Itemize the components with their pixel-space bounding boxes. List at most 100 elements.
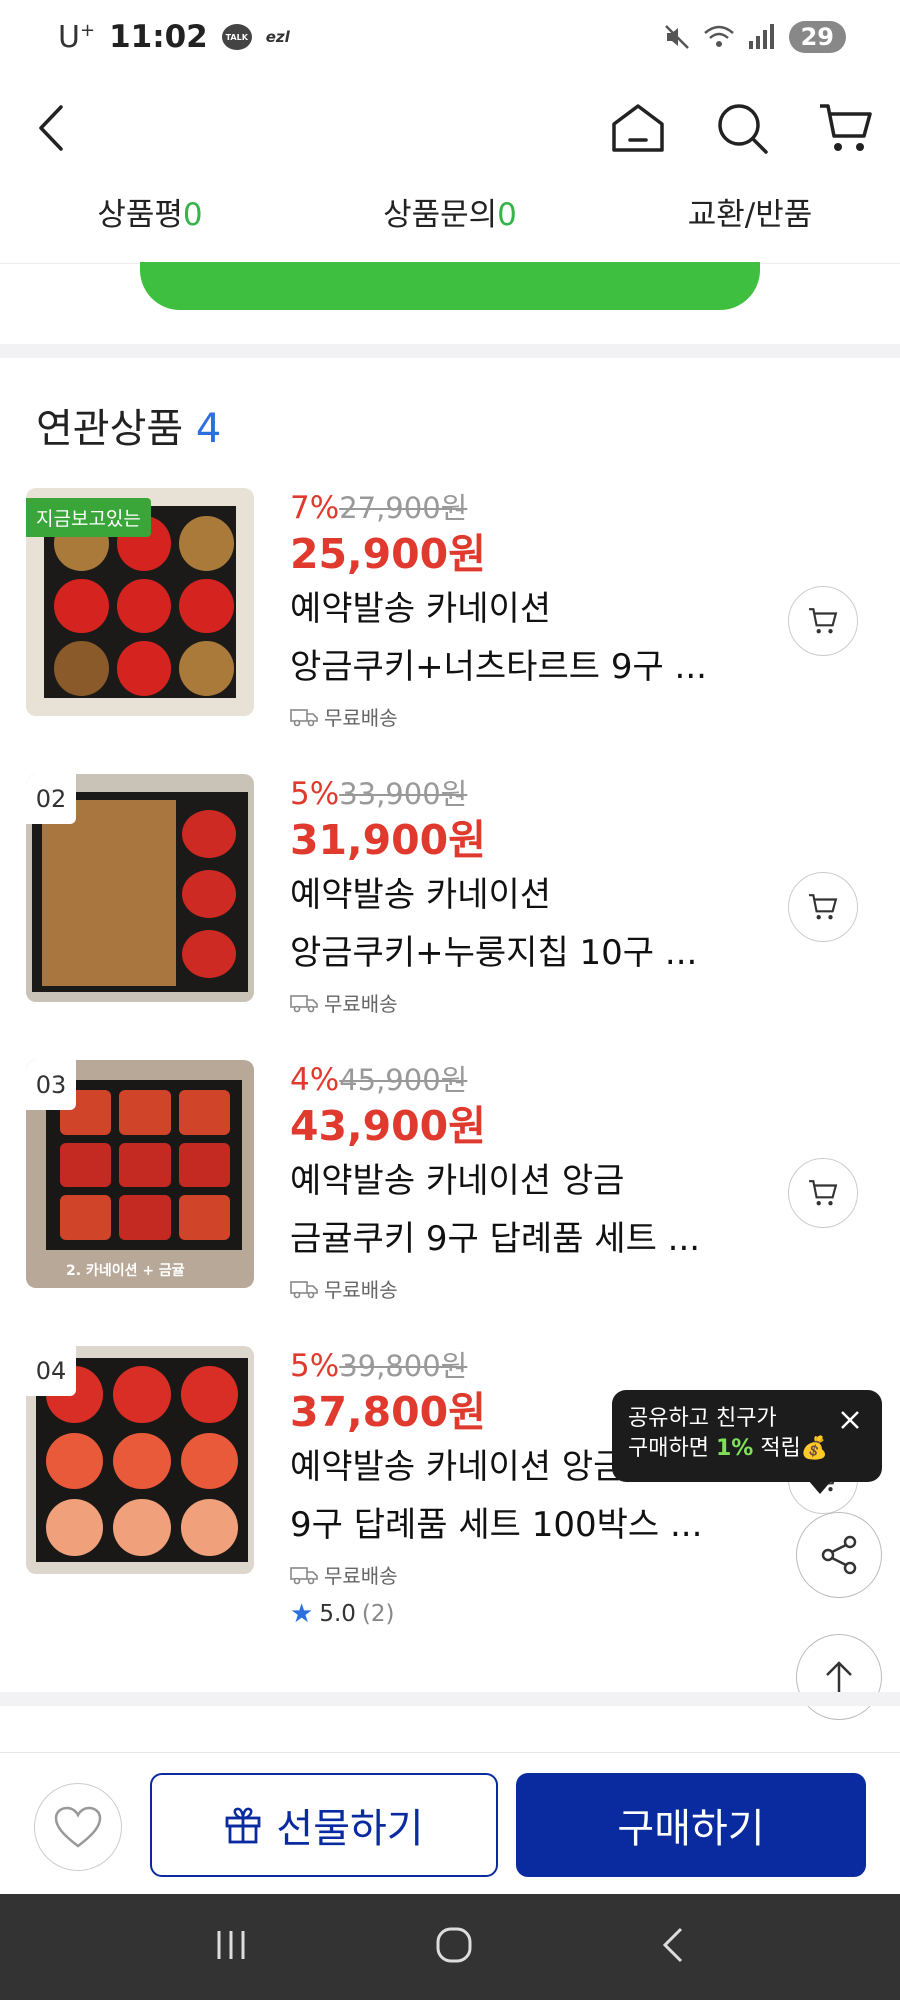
tab-exchange-return[interactable]: 교환/반품	[600, 184, 900, 263]
rank-badge: 03	[26, 1060, 76, 1110]
cart-button[interactable]	[814, 88, 878, 168]
shipping-info: 무료배송	[290, 1560, 790, 1589]
back-button[interactable]	[22, 88, 82, 168]
product-thumbnail[interactable]: 지금보고있는	[26, 488, 254, 716]
mute-icon	[664, 25, 689, 49]
money-bag-icon: 💰	[800, 1436, 829, 1461]
related-product-1[interactable]: 지금보고있는 7%27,900원 25,900원 예약발송 카네이션 앙금쿠키+…	[26, 488, 876, 748]
status-left: U+ 11:02 TALK ezl	[58, 19, 290, 55]
share-icon	[821, 1535, 857, 1575]
rating-score: 5.0	[319, 1601, 356, 1627]
share-button[interactable]	[796, 1512, 882, 1598]
recent-apps-icon	[217, 1931, 245, 1959]
section-divider	[0, 1692, 900, 1706]
wishlist-button[interactable]	[34, 1783, 122, 1871]
product-thumbnail[interactable]: 02	[26, 774, 254, 1002]
add-to-cart-button[interactable]	[788, 872, 858, 942]
original-price: 27,900원	[339, 491, 468, 525]
truck-icon	[290, 708, 318, 726]
details-more-button[interactable]	[140, 262, 760, 310]
product-name-line2: 9구 답례품 세트 100박스 ...	[290, 1505, 703, 1545]
cart-icon	[809, 1180, 838, 1206]
arrow-up-icon	[826, 1661, 852, 1693]
related-products-title: 연관상품 4	[36, 406, 222, 452]
carnation-column	[182, 810, 236, 980]
section-divider	[0, 344, 900, 358]
tooltip-line2: 구매하면 1% 적립💰	[628, 1436, 829, 1461]
buy-button[interactable]: 구매하기	[516, 1773, 866, 1877]
purchase-action-bar: 선물하기 구매하기	[0, 1752, 900, 1894]
rank-badge: 04	[26, 1346, 76, 1396]
gift-icon	[225, 1807, 261, 1844]
system-nav-bar	[0, 1894, 900, 2000]
original-price: 45,900원	[339, 1063, 468, 1097]
discount-rate: 7%	[290, 490, 340, 526]
system-home-button[interactable]	[434, 1925, 474, 1969]
home-button[interactable]	[606, 88, 670, 168]
chevron-left-icon	[39, 105, 63, 151]
tooltip-close-button[interactable]	[836, 1406, 864, 1434]
related-product-3[interactable]: 2. 카네이션 + 금귤 03 4%45,900원 43,900원 예약발송 카…	[26, 1060, 876, 1320]
truck-icon	[290, 994, 318, 1012]
cookie-grid	[54, 516, 234, 696]
product-name-line1: 예약발송 카네이션 앙금	[290, 1161, 625, 1201]
product-tabs: 상품평0 상품문의0 교환/반품	[0, 184, 900, 264]
add-to-cart-button[interactable]	[788, 586, 858, 656]
now-viewing-badge: 지금보고있는	[26, 498, 151, 537]
cart-icon	[809, 894, 838, 920]
sale-price: 43,900원	[290, 1102, 486, 1150]
talk-notification-icon: TALK	[221, 24, 252, 50]
product-info: 7%27,900원 25,900원 예약발송 카네이션 앙금쿠키+너츠타르트 9…	[290, 488, 790, 731]
product-thumbnail[interactable]: 2. 카네이션 + 금귤 03	[26, 1060, 254, 1288]
discount-rate: 5%	[290, 776, 340, 812]
ezl-notification-icon: ezl	[265, 28, 290, 46]
recent-apps-button[interactable]	[211, 1927, 251, 1967]
buy-label: 구매하기	[617, 1806, 765, 1852]
tab-inquiries[interactable]: 상품문의0	[300, 184, 600, 263]
signal-icon	[748, 24, 774, 49]
share-reward-tooltip: 공유하고 친구가 구매하면 1% 적립💰	[612, 1390, 882, 1482]
truck-icon	[290, 1566, 318, 1584]
add-to-cart-button[interactable]	[788, 1158, 858, 1228]
shipping-info: 무료배송	[290, 988, 790, 1017]
tab-reviews[interactable]: 상품평0	[0, 184, 300, 263]
product-thumbnail[interactable]: 04	[26, 1346, 254, 1574]
home-circle-icon	[436, 1927, 472, 1963]
original-price: 33,900원	[339, 777, 468, 811]
carrier-label: U+	[58, 19, 96, 55]
system-back-button[interactable]	[657, 1925, 689, 1969]
star-icon: ★	[290, 1599, 314, 1629]
rating: ★ 5.0 (2)	[290, 1599, 790, 1629]
shipping-info: 무료배송	[290, 1274, 790, 1303]
product-name-line2: 금귤쿠키 9구 답례품 세트 ...	[290, 1219, 701, 1259]
rating-count: (2)	[361, 1601, 395, 1627]
product-info: 5%33,900원 31,900원 예약발송 카네이션 앙금쿠키+누룽지칩 10…	[290, 774, 790, 1017]
thumbnail-caption: 2. 카네이션 + 금귤	[66, 1263, 185, 1279]
search-button[interactable]	[710, 88, 774, 168]
gift-button[interactable]: 선물하기	[150, 1773, 498, 1877]
related-product-2[interactable]: 02 5%33,900원 31,900원 예약발송 카네이션 앙금쿠키+누룽지칩…	[26, 774, 876, 1034]
shipping-info: 무료배송	[290, 702, 790, 731]
wifi-icon	[703, 25, 734, 47]
tooltip-arrow	[808, 1480, 832, 1494]
product-name-line2: 앙금쿠키+누룽지칩 10구 ...	[290, 933, 698, 973]
cart-icon	[820, 104, 872, 151]
original-price: 39,800원	[339, 1349, 468, 1383]
gift-label: 선물하기	[276, 1806, 424, 1852]
cart-icon	[809, 608, 838, 634]
scroll-to-top-button[interactable]	[796, 1634, 882, 1720]
product-name-line1: 예약발송 카네이션	[290, 875, 552, 915]
home-icon	[612, 104, 664, 152]
truck-icon	[290, 1280, 318, 1298]
discount-rate: 4%	[290, 1062, 340, 1098]
tooltip-line1: 공유하고 친구가	[628, 1406, 777, 1431]
clock: 11:02	[109, 19, 208, 55]
back-icon	[662, 1927, 682, 1963]
cookie-grid	[60, 1090, 230, 1240]
discount-rate: 5%	[290, 1348, 340, 1384]
product-info: 4%45,900원 43,900원 예약발송 카네이션 앙금 금귤쿠키 9구 답…	[290, 1060, 790, 1303]
search-icon	[718, 104, 768, 154]
rank-badge: 02	[26, 774, 76, 824]
status-bar: U+ 11:02 TALK ezl 29	[0, 0, 900, 74]
app-header	[0, 74, 900, 184]
